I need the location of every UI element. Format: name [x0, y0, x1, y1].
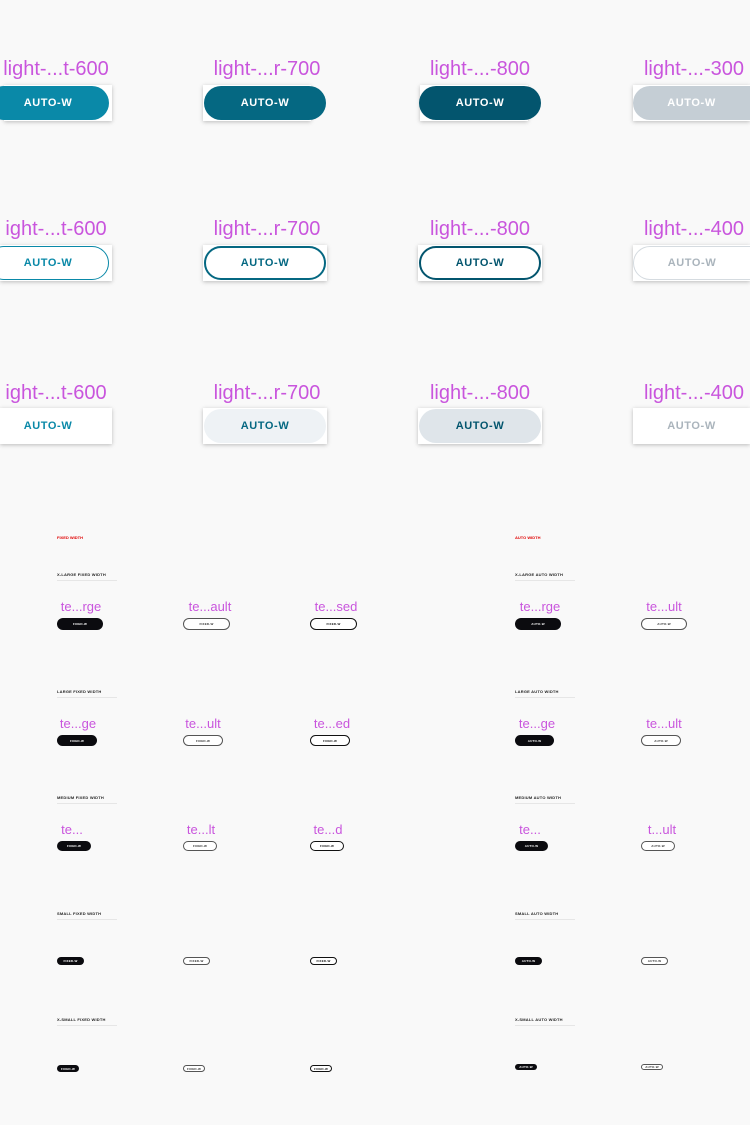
size-label: te...sed	[314, 599, 358, 614]
filled-button-800[interactable]: AUTO-W	[419, 86, 541, 120]
size-label: t...ult	[647, 822, 677, 837]
section-divider	[515, 1025, 575, 1026]
fixed-button-solid[interactable]: FIXED-W	[57, 1065, 79, 1072]
variant-label-r2c4: light-...-400	[643, 218, 745, 240]
section-title: SMALL FIXED WIDTH	[57, 911, 102, 916]
section-title: X-SMALL AUTO WIDTH	[515, 1017, 563, 1022]
outline-button-disabled[interactable]: AUTO-W	[633, 246, 750, 280]
auto-button-solid[interactable]: AUTO-W	[515, 618, 561, 630]
auto-button-outline[interactable]: AUTO-W	[641, 618, 687, 630]
fixed-button-pressed[interactable]: FIXED-W	[310, 841, 344, 851]
section-title: X-LARGE FIXED WIDTH	[57, 572, 106, 577]
size-label: te...ge	[59, 716, 97, 731]
fixed-button-outline[interactable]: FIXED-W	[183, 618, 230, 630]
variant-label-r3c1: ight-...t-600	[5, 382, 107, 404]
fixed-button-outline[interactable]: FIXED-W	[183, 841, 217, 851]
variant-label-r3c4: light-...-400	[643, 382, 745, 404]
fixed-button-solid[interactable]: FIXED-W	[57, 735, 97, 746]
section-divider	[57, 697, 117, 698]
outline-button-700[interactable]: AUTO-W	[204, 246, 326, 280]
variant-label-r1c1: light-...t-600	[3, 58, 109, 80]
auto-button-solid[interactable]: AUTO-W	[515, 841, 548, 851]
fixed-button-solid[interactable]: FIXED-W	[57, 957, 84, 965]
fixed-button-pressed[interactable]: FIXED-W	[310, 735, 350, 746]
filled-button-700[interactable]: AUTO-W	[204, 86, 326, 120]
ghost-button-disabled[interactable]: AUTO-W	[633, 409, 750, 443]
fixed-button-pressed[interactable]: FIXED-W	[310, 957, 337, 965]
section-title: X-SMALL FIXED WIDTH	[57, 1017, 106, 1022]
auto-button-solid[interactable]: AUTO-W	[515, 1064, 537, 1070]
size-label: te...d	[313, 822, 343, 837]
fixed-button-solid[interactable]: FIXED-W	[57, 618, 103, 630]
variant-label-r1c3: light-...-800	[429, 58, 531, 80]
variant-label-r1c2: light-...r-700	[213, 58, 321, 80]
fixed-button-pressed[interactable]: FIXED-W	[310, 618, 357, 630]
size-label: te...ult	[646, 716, 682, 731]
size-label: te...lt	[186, 822, 216, 837]
size-label: te...ult	[185, 716, 221, 731]
section-title: X-LARGE AUTO WIDTH	[515, 572, 564, 577]
size-label: te...rge	[60, 599, 102, 614]
filled-button-disabled[interactable]: AUTO-W	[633, 86, 750, 120]
auto-button-outline[interactable]: AUTO-W	[641, 957, 668, 965]
section-title: LARGE FIXED WIDTH	[57, 689, 102, 694]
outline-button-800[interactable]: AUTO-W	[419, 246, 541, 280]
size-label: te...ult	[646, 599, 682, 614]
fixed-button-pressed[interactable]: FIXED-W	[310, 1065, 332, 1072]
fixed-width-header: FIXED WIDTH	[57, 535, 83, 540]
auto-button-outline[interactable]: AUTO-W	[641, 1064, 663, 1070]
section-divider	[57, 1025, 117, 1026]
variant-label-r2c3: light-...-800	[429, 218, 531, 240]
section-divider	[515, 580, 575, 581]
section-title: MEDIUM AUTO WIDTH	[515, 795, 562, 800]
section-divider	[57, 580, 117, 581]
auto-button-outline[interactable]: AUTO-W	[641, 735, 681, 746]
variant-label-r1c4: light-...-300	[643, 58, 745, 80]
section-title: SMALL AUTO WIDTH	[515, 911, 559, 916]
ghost-button-700[interactable]: AUTO-W	[204, 409, 326, 443]
auto-button-solid[interactable]: AUTO-W	[515, 957, 542, 965]
section-divider	[515, 803, 575, 804]
fixed-button-solid[interactable]: FIXED-W	[57, 841, 91, 851]
fixed-button-outline[interactable]: FIXED-W	[183, 957, 210, 965]
outline-button-600[interactable]: AUTO-W	[0, 246, 109, 280]
ghost-button-800[interactable]: AUTO-W	[419, 409, 541, 443]
fixed-button-outline[interactable]: FIXED-W	[183, 735, 223, 746]
section-divider	[515, 697, 575, 698]
size-label: te...	[61, 822, 83, 837]
section-divider	[57, 919, 117, 920]
variant-label-r2c2: light-...r-700	[213, 218, 321, 240]
ghost-button-600[interactable]: AUTO-W	[0, 409, 109, 443]
auto-width-header: AUTO WIDTH	[515, 535, 541, 540]
variant-label-r3c3: light-...-800	[429, 382, 531, 404]
size-label: te...ault	[188, 599, 232, 614]
size-label: te...ge	[518, 716, 556, 731]
auto-button-outline[interactable]: AUTO-W	[641, 841, 675, 851]
section-divider	[57, 803, 117, 804]
filled-button-600[interactable]: AUTO-W	[0, 86, 109, 120]
size-label: te...	[519, 822, 541, 837]
variant-label-r3c2: light-...r-700	[213, 382, 321, 404]
size-label: te...rge	[519, 599, 561, 614]
section-title: LARGE AUTO WIDTH	[515, 689, 559, 694]
section-divider	[515, 919, 575, 920]
auto-button-solid[interactable]: AUTO-W	[515, 735, 554, 746]
variant-label-r2c1: ight-...t-600	[5, 218, 107, 240]
fixed-button-outline[interactable]: FIXED-W	[183, 1065, 205, 1072]
section-title: MEDIUM FIXED WIDTH	[57, 795, 104, 800]
size-label: te...ed	[313, 716, 351, 731]
